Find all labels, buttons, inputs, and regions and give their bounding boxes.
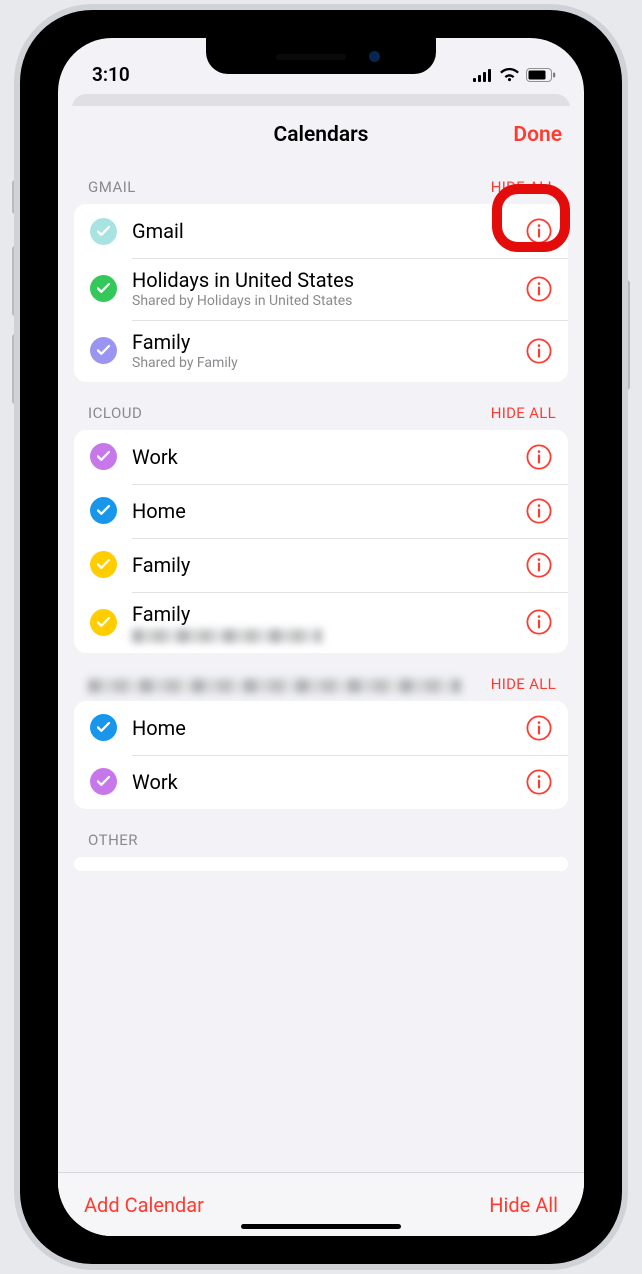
calendar-row-gmail[interactable]: Gmail xyxy=(74,204,568,258)
info-icon[interactable] xyxy=(526,218,552,244)
hide-all-third[interactable]: HIDE ALL xyxy=(491,675,556,693)
info-icon[interactable] xyxy=(526,444,552,470)
screen: 3:10 Calendars Done xyxy=(58,38,584,1236)
section-icloud: ICLOUD HIDE ALL Work xyxy=(74,382,568,653)
list-third: Home Work xyxy=(74,701,568,809)
side-button xyxy=(624,280,630,390)
calendar-row-work[interactable]: Work xyxy=(74,430,568,484)
done-button[interactable]: Done xyxy=(513,106,562,164)
section-third: HIDE ALL Home xyxy=(74,653,568,809)
list-other xyxy=(74,857,568,871)
calendar-row-home[interactable]: Home xyxy=(74,701,568,755)
check-icon[interactable] xyxy=(90,497,117,524)
check-icon[interactable] xyxy=(90,609,117,636)
check-icon[interactable] xyxy=(90,337,117,364)
calendars-sheet: Calendars Done GMAIL HIDE ALL xyxy=(58,106,584,1236)
hide-all-button[interactable]: Hide All xyxy=(489,1193,558,1217)
status-icons xyxy=(473,67,556,86)
hide-all-gmail[interactable]: HIDE ALL xyxy=(491,178,556,196)
status-time: 3:10 xyxy=(92,63,130,86)
calendar-label: Holidays in United States xyxy=(132,268,516,292)
info-icon[interactable] xyxy=(526,276,552,302)
section-title-icloud: ICLOUD xyxy=(88,404,142,422)
info-icon[interactable] xyxy=(526,769,552,795)
calendar-sublabel: Shared by Family xyxy=(132,355,516,372)
home-indicator[interactable] xyxy=(241,1224,401,1229)
wifi-icon xyxy=(500,67,519,86)
info-icon[interactable] xyxy=(526,552,552,578)
section-other: OTHER xyxy=(74,809,568,871)
hide-all-icloud[interactable]: HIDE ALL xyxy=(491,404,556,422)
sheet-header: Calendars Done xyxy=(58,106,584,164)
section-title-other: OTHER xyxy=(88,831,138,849)
list-icloud: Work Home xyxy=(74,430,568,653)
calendar-row-family[interactable]: Family Shared by Family xyxy=(74,320,568,382)
calendar-row-home[interactable]: Home xyxy=(74,484,568,538)
calendar-label: Home xyxy=(132,716,516,740)
calendar-label: Family xyxy=(132,553,516,577)
list-gmail: Gmail Holid xyxy=(74,204,568,382)
calendar-row-holidays[interactable]: Holidays in United States Shared by Holi… xyxy=(74,258,568,320)
sheet-body[interactable]: GMAIL HIDE ALL Gmail xyxy=(58,164,584,1172)
calendar-row-family-shared[interactable]: Family xyxy=(74,592,568,653)
notch xyxy=(206,38,436,74)
info-icon[interactable] xyxy=(526,609,552,635)
calendar-label: Gmail xyxy=(132,219,516,243)
calendar-label: Family xyxy=(132,330,516,354)
battery-icon xyxy=(526,67,556,86)
info-icon[interactable] xyxy=(526,715,552,741)
calendar-label: Work xyxy=(132,445,516,469)
calendar-row-work[interactable]: Work xyxy=(74,755,568,809)
info-icon[interactable] xyxy=(526,498,552,524)
sheet-title: Calendars xyxy=(274,123,369,147)
add-calendar-button[interactable]: Add Calendar xyxy=(84,1193,204,1217)
check-icon[interactable] xyxy=(90,443,117,470)
redacted-section-title xyxy=(88,679,461,693)
info-icon[interactable] xyxy=(526,338,552,364)
redacted-sublabel xyxy=(132,629,322,643)
calendar-sublabel: Shared by Holidays in United States xyxy=(132,293,516,310)
check-icon[interactable] xyxy=(90,275,117,302)
check-icon[interactable] xyxy=(90,768,117,795)
calendar-row-family[interactable]: Family xyxy=(74,538,568,592)
calendar-label: Family xyxy=(132,602,516,626)
check-icon[interactable] xyxy=(90,551,117,578)
cellular-icon xyxy=(473,67,493,86)
calendar-label: Work xyxy=(132,770,516,794)
mute-switch xyxy=(12,180,18,214)
section-gmail: GMAIL HIDE ALL Gmail xyxy=(74,164,568,382)
calendar-label: Home xyxy=(132,499,516,523)
check-icon[interactable] xyxy=(90,714,117,741)
check-icon[interactable] xyxy=(90,218,117,245)
section-title-gmail: GMAIL xyxy=(88,178,136,196)
volume-down-button xyxy=(12,334,18,404)
volume-up-button xyxy=(12,246,18,316)
